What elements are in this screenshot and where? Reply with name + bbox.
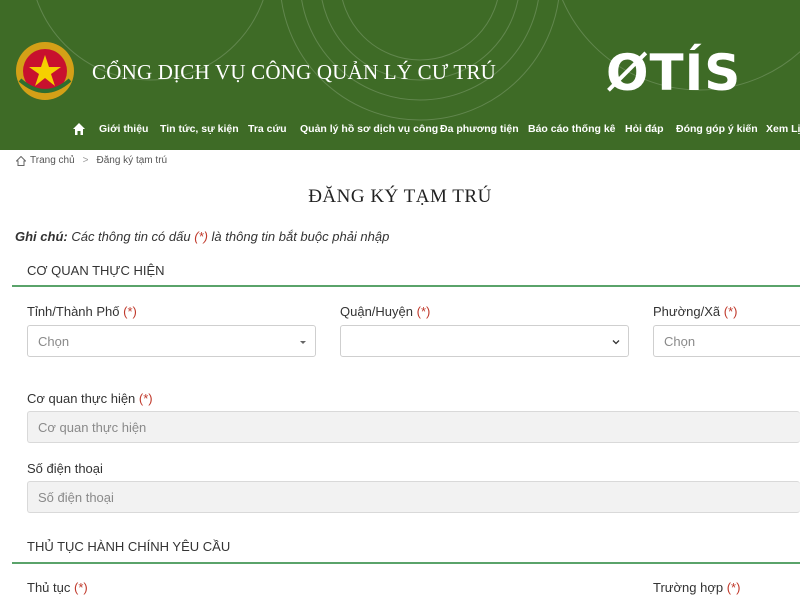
brand-logo-text: ØTÍS [606, 44, 742, 102]
section-title-thu-tuc: THỦ TỤC HÀNH CHÍNH YÊU CẦU [27, 539, 231, 554]
home-icon[interactable] [72, 122, 86, 136]
required-mark: (*) [723, 304, 738, 319]
chevron-down-icon [612, 340, 620, 345]
phone-label-text: Số điện thoại [27, 461, 103, 476]
procedure-label: Thủ tục (*) [27, 580, 88, 595]
province-label-text: Tỉnh/Thành Phố [27, 304, 120, 319]
site-header: CỔNG DỊCH VỤ CÔNG QUẢN LÝ CƯ TRÚ ØTÍS Gi… [0, 0, 800, 150]
district-label-text: Quận/Huyện [340, 304, 413, 319]
district-label: Quận/Huyện (*) [340, 304, 430, 319]
district-select[interactable] [340, 325, 629, 357]
section-divider [12, 562, 800, 564]
breadcrumb-home-icon [16, 155, 26, 166]
page-title: ĐĂNG KÝ TẠM TRÚ [308, 186, 492, 207]
main-nav: Giới thiệu Tin tức, sự kiện Tra cứu Quản… [0, 113, 800, 147]
nav-item-gioi-thieu[interactable]: Giới thiệu [99, 123, 148, 135]
caret-down-icon [300, 341, 306, 344]
agency-label-text: Cơ quan thực hiện [27, 391, 136, 406]
phone-placeholder: Số điện thoại [38, 489, 114, 505]
note-label: Ghi chú: [15, 229, 68, 244]
nav-item-quan-ly-ho-so[interactable]: Quản lý hồ sơ dịch vụ công [300, 123, 438, 135]
agency-label: Cơ quan thực hiện (*) [27, 391, 153, 406]
required-mark: (*) [138, 391, 153, 406]
nav-item-hoi-dap[interactable]: Hỏi đáp [625, 123, 664, 135]
note-text-before: Các thông tin có dấu [67, 229, 195, 244]
breadcrumb-current: Đăng ký tạm trú [96, 155, 168, 166]
case-label: Trường hợp (*) [653, 580, 740, 595]
site-title: CỔNG DỊCH VỤ CÔNG QUẢN LÝ CƯ TRÚ [92, 60, 497, 84]
province-select-value: Chọn [38, 333, 70, 349]
nav-item-bao-cao[interactable]: Báo cáo thống kê [528, 123, 616, 135]
nav-item-dong-gop[interactable]: Đóng góp ý kiến [676, 123, 758, 135]
section-title-co-quan: CƠ QUAN THỰC HIỆN [27, 263, 165, 278]
nav-item-xem-lich[interactable]: Xem Lị [766, 123, 800, 135]
breadcrumb: Trang chủ > Đăng ký tạm trú [16, 155, 167, 166]
province-select[interactable]: Chọn [27, 325, 316, 357]
ward-label-text: Phường/Xã [653, 304, 721, 319]
nav-item-tin-tuc[interactable]: Tin tức, sự kiện [160, 123, 239, 135]
nav-item-da-phuong-tien[interactable]: Đa phương tiện [440, 123, 519, 135]
phone-field[interactable]: Số điện thoại [27, 481, 800, 513]
ward-select[interactable]: Chọn [653, 325, 800, 357]
breadcrumb-home[interactable]: Trang chủ [30, 155, 75, 166]
breadcrumb-separator: > [82, 155, 89, 166]
nav-item-tra-cuu[interactable]: Tra cứu [248, 123, 287, 135]
procedure-label-text: Thủ tục [27, 580, 71, 595]
page: CỔNG DỊCH VỤ CÔNG QUẢN LÝ CƯ TRÚ ØTÍS Gi… [0, 0, 800, 600]
required-note: Ghi chú: Các thông tin có dấu (*) là thô… [15, 229, 389, 244]
province-label: Tỉnh/Thành Phố (*) [27, 304, 137, 319]
phone-label: Số điện thoại [27, 461, 103, 476]
required-mark: (*) [123, 304, 137, 319]
police-emblem-logo [16, 42, 74, 100]
agency-placeholder: Cơ quan thực hiện [38, 419, 147, 435]
note-required-mark: (*) [194, 229, 208, 244]
ward-select-value: Chọn [664, 333, 696, 349]
required-mark: (*) [416, 304, 431, 319]
note-text-after: là thông tin bắt buộc phải nhập [207, 229, 390, 244]
required-mark: (*) [726, 580, 741, 595]
required-mark: (*) [73, 580, 88, 595]
brand-logo: ØTÍS [606, 40, 756, 106]
agency-field[interactable]: Cơ quan thực hiện [27, 411, 800, 443]
section-divider [12, 285, 800, 287]
ward-label: Phường/Xã (*) [653, 304, 737, 319]
case-label-text: Trường hợp [653, 580, 724, 595]
